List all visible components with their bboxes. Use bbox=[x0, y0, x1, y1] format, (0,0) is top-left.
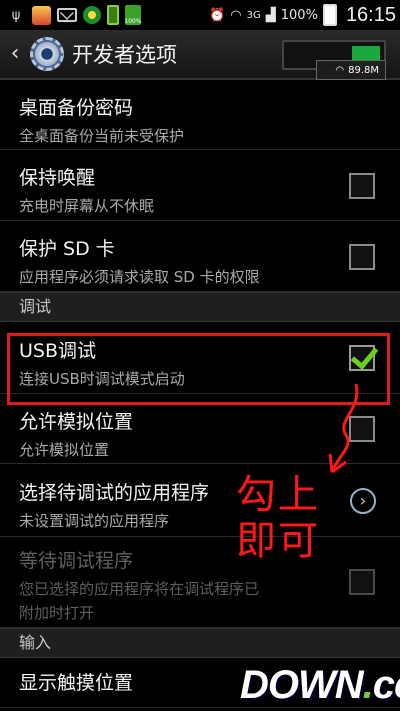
wait-for-debugger-checkbox bbox=[349, 569, 375, 595]
network-type: 3G bbox=[246, 9, 261, 21]
watermark-suffix: cc bbox=[372, 663, 400, 707]
back-icon[interactable]: ‹ bbox=[4, 29, 26, 79]
protect-sd-item[interactable]: 保护 SD 卡 应用程序必须请求读取 SD 卡的权限 bbox=[0, 221, 400, 292]
battery-full-icon: 100% bbox=[124, 5, 142, 25]
section-header-debug: 调试 bbox=[0, 292, 400, 322]
network-speed-overlay: ◠ 89.8M bbox=[316, 60, 386, 80]
item-title: 保护 SD 卡 bbox=[19, 238, 115, 260]
protect-sd-checkbox[interactable] bbox=[349, 244, 375, 270]
annotation-text: 勾上 即可 bbox=[236, 472, 336, 564]
clock: 16:15 bbox=[345, 3, 396, 26]
item-summary: 全桌面备份当前未受保护 bbox=[19, 127, 185, 145]
item-summary-line1: 您已选择的应用程序将在调试程序已 bbox=[19, 580, 260, 598]
battery-percent: 100% bbox=[280, 7, 318, 23]
stay-awake-checkbox[interactable] bbox=[349, 173, 375, 199]
ball-icon bbox=[83, 6, 101, 24]
item-title: 选择待调试的应用程序 bbox=[19, 482, 210, 504]
page-title: 开发者选项 bbox=[72, 43, 177, 67]
item-summary: 应用程序必须请求读取 SD 卡的权限 bbox=[19, 268, 260, 286]
backup-password-item[interactable]: 桌面备份密码 全桌面备份当前未受保护 bbox=[0, 80, 400, 150]
stay-awake-item[interactable]: 保持唤醒 充电时屏幕从不休眠 bbox=[0, 150, 400, 221]
item-title: 等待调试程序 bbox=[19, 550, 134, 572]
wifi-small-icon: ◠ bbox=[335, 64, 345, 76]
item-title: 桌面备份密码 bbox=[19, 97, 134, 119]
status-bar: ψ 100% ⏰ ◠ 3G ▟ 100% 16:15 bbox=[0, 0, 400, 30]
annotation-line1: 勾上 bbox=[236, 472, 320, 518]
battery-charging-icon bbox=[107, 5, 119, 25]
mail-icon bbox=[57, 8, 77, 22]
wifi-icon: ◠ bbox=[230, 7, 242, 23]
section-header-input: 输入 bbox=[0, 628, 400, 658]
site-watermark: DOWN.cc bbox=[240, 663, 400, 708]
wait-for-debugger-item: 等待调试程序 您已选择的应用程序将在调试程序已 附加时打开 bbox=[0, 537, 400, 628]
app-icon bbox=[32, 5, 51, 25]
settings-gear-icon bbox=[30, 37, 64, 71]
annotation-arrow bbox=[328, 383, 359, 474]
alarm-icon: ⏰ bbox=[209, 7, 226, 23]
battery-icon bbox=[322, 4, 337, 26]
watermark-main: DOWN bbox=[240, 663, 364, 707]
signal-icon: ▟ bbox=[265, 7, 276, 23]
item-summary: 充电时屏幕从不休眠 bbox=[19, 197, 155, 215]
battery-small-label: 100% bbox=[124, 18, 142, 25]
item-title: 保持唤醒 bbox=[19, 167, 96, 189]
item-summary: 未设置调试的应用程序 bbox=[19, 512, 170, 530]
network-speed: 89.8M bbox=[348, 64, 379, 76]
chevron-right-icon: › bbox=[350, 488, 376, 514]
action-bar: ‹ 开发者选项 ◠ 89.8M bbox=[0, 30, 400, 80]
watermark-dot: . bbox=[362, 663, 374, 707]
item-summary-line2: 附加时打开 bbox=[19, 604, 95, 622]
usb-icon: ψ bbox=[11, 7, 21, 23]
annotation-line2: 即可 bbox=[236, 518, 320, 564]
